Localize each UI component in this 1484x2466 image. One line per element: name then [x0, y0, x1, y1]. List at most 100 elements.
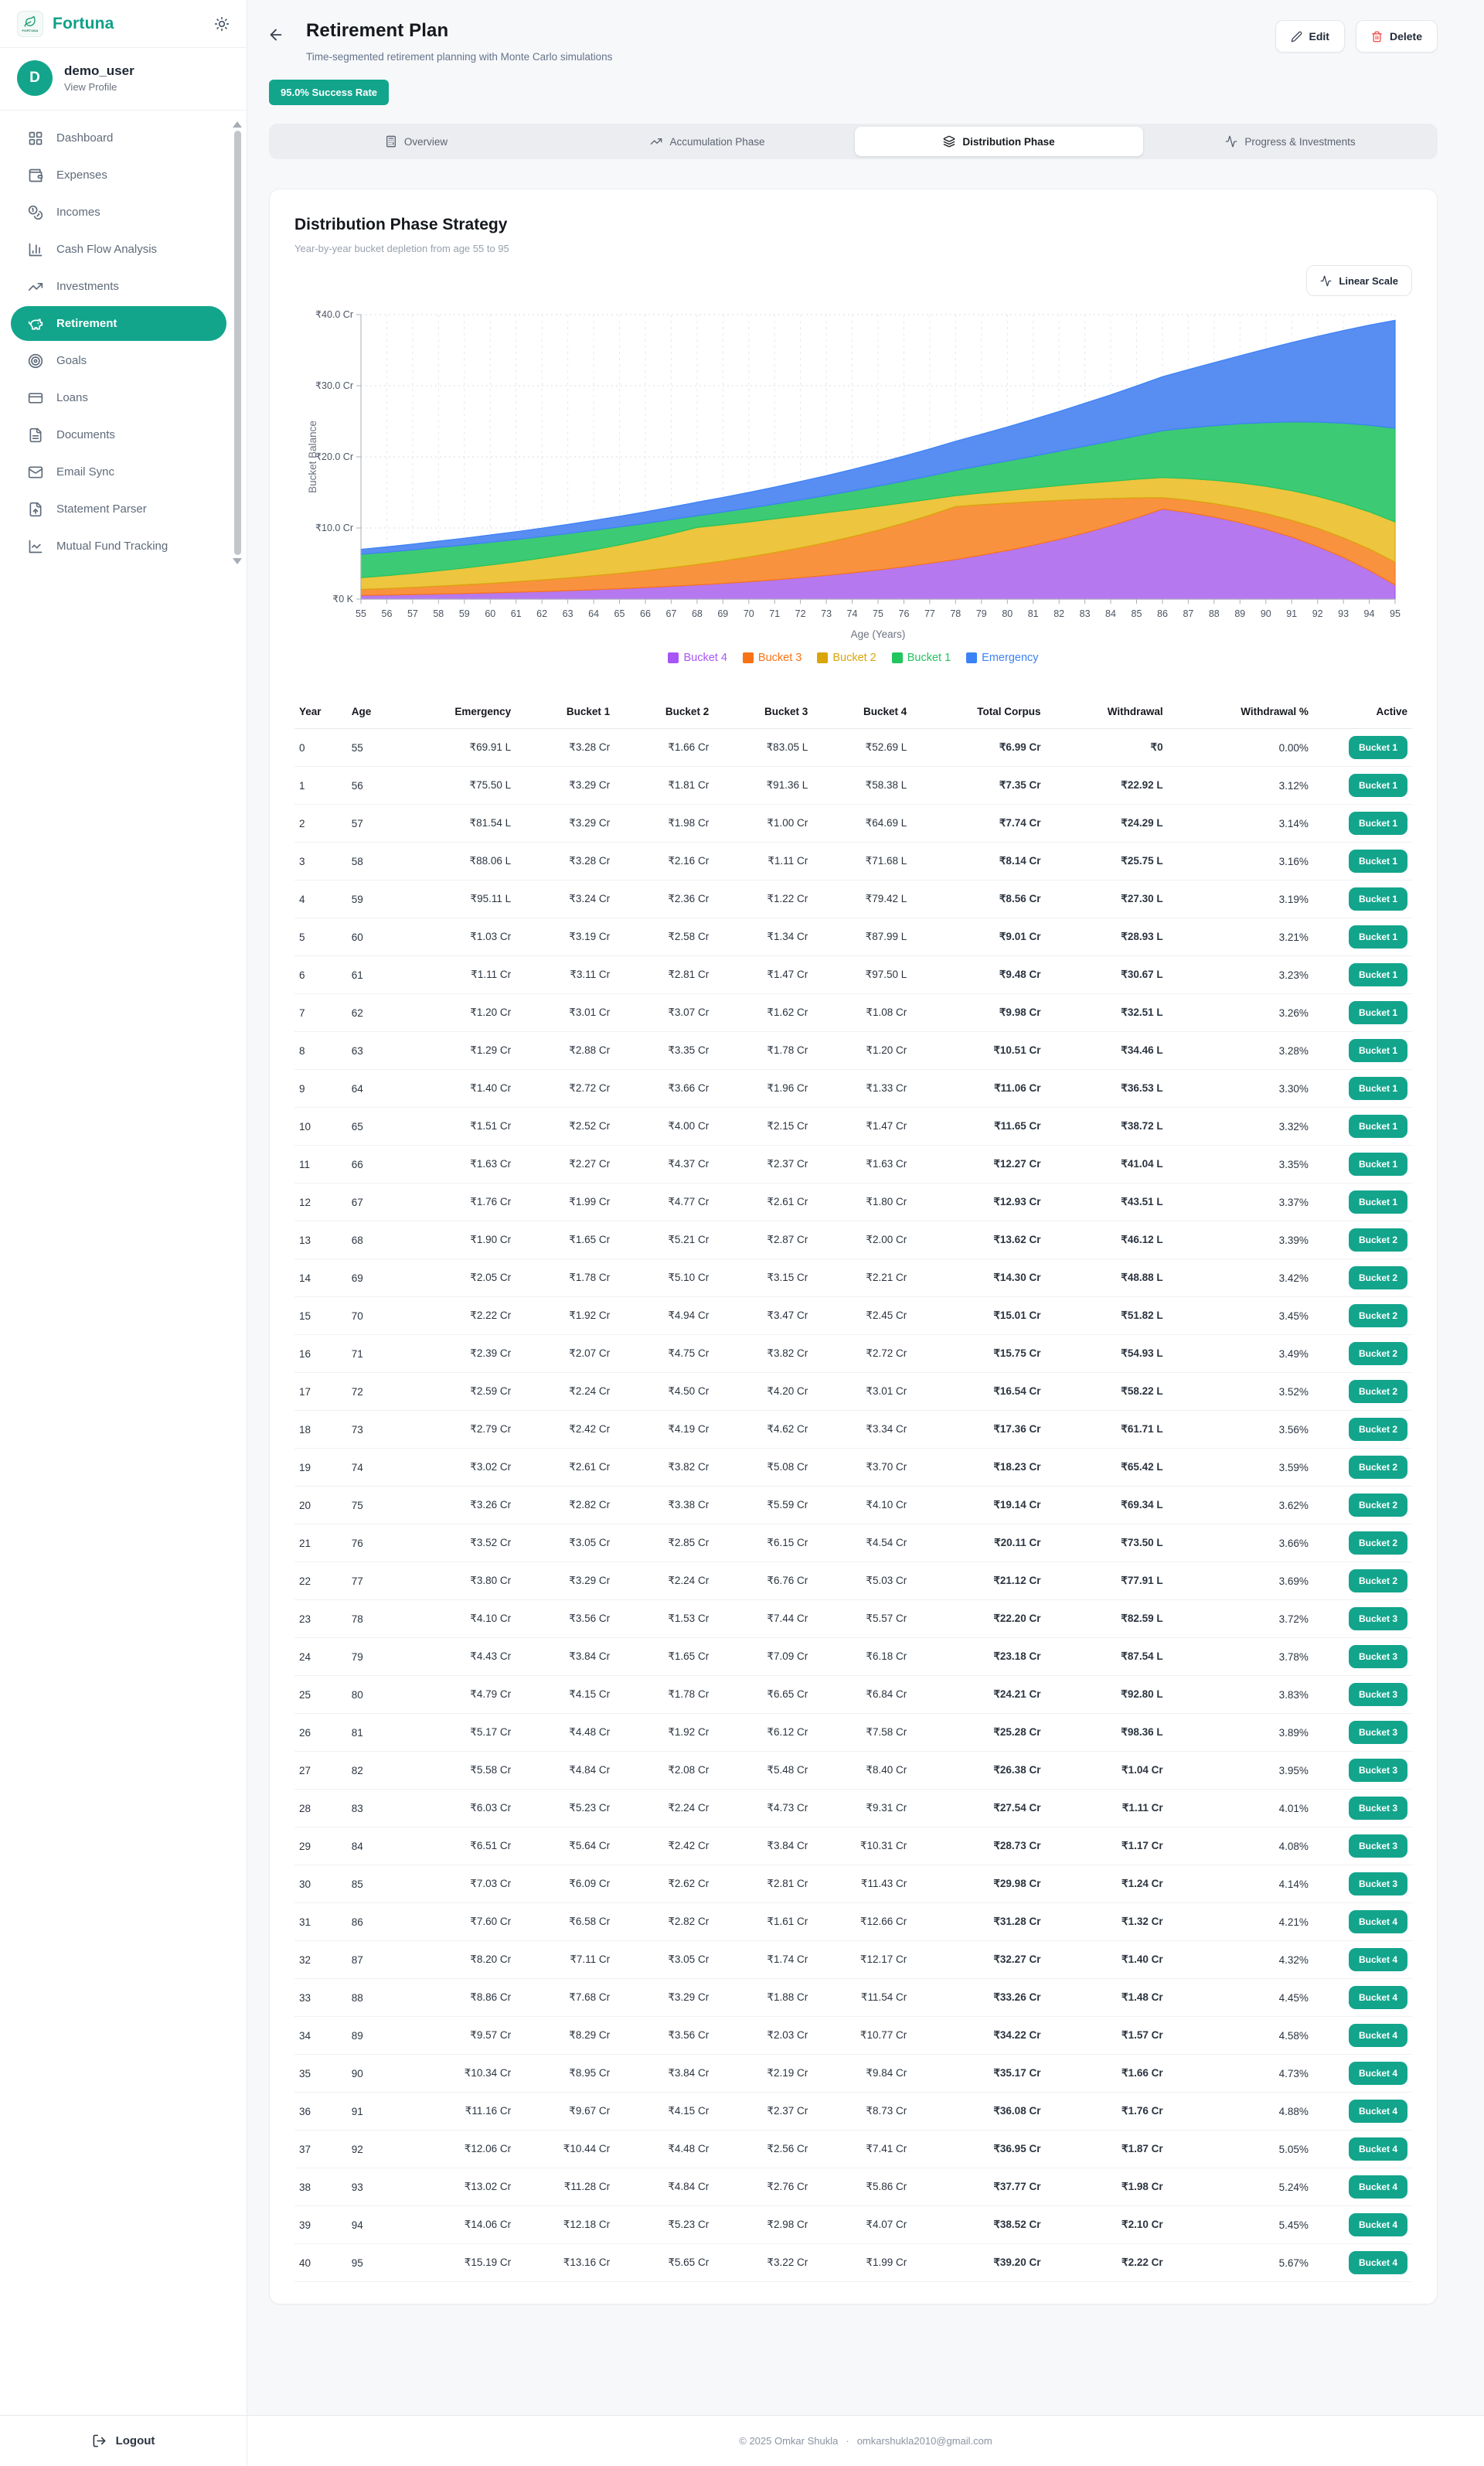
theme-toggle-sun-icon[interactable] — [214, 16, 230, 32]
legend-label: Emergency — [982, 652, 1038, 664]
cell-bucket2: ₹3.29 Cr — [614, 1979, 713, 2017]
cell-active: Bucket 1 — [1313, 880, 1412, 918]
cell-bucket2: ₹1.53 Cr — [614, 1600, 713, 1638]
table-row: 661₹1.11 Cr₹3.11 Cr₹2.81 Cr₹1.47 Cr₹97.5… — [294, 956, 1412, 994]
cell-year: 40 — [294, 2244, 347, 2282]
cell-bucket1: ₹7.68 Cr — [516, 1979, 614, 2017]
sidebar-item-retirement[interactable]: Retirement — [11, 306, 226, 341]
cell-bucket1: ₹10.44 Cr — [516, 2131, 614, 2168]
cell-age: 69 — [347, 1259, 400, 1297]
cell-withdrawal: ₹61.71 L — [1045, 1411, 1167, 1449]
linear-scale-button[interactable]: Linear Scale — [1306, 265, 1412, 296]
cell-withdrawal_pct: 4.08% — [1168, 1827, 1313, 1865]
cell-total_corpus: ₹37.77 Cr — [911, 2168, 1045, 2206]
sidebar-item-statement-parser[interactable]: Statement Parser — [11, 492, 226, 526]
cell-bucket3: ₹1.34 Cr — [713, 918, 812, 956]
cell-withdrawal: ₹24.29 L — [1045, 805, 1167, 843]
sidebar-item-loans[interactable]: Loans — [11, 380, 226, 415]
scrollbar-up-arrow[interactable] — [233, 121, 242, 128]
cell-total_corpus: ₹11.65 Cr — [911, 1108, 1045, 1146]
edit-button[interactable]: Edit — [1275, 20, 1345, 53]
sidebar-item-goals[interactable]: Goals — [11, 343, 226, 378]
cell-active: Bucket 3 — [1313, 1827, 1412, 1865]
cell-emergency: ₹1.90 Cr — [400, 1221, 516, 1259]
sidebar-item-label: Incomes — [56, 206, 100, 219]
cell-bucket4: ₹5.86 Cr — [812, 2168, 911, 2206]
sidebar-item-label: Retirement — [56, 317, 117, 330]
table-row: 2580₹4.79 Cr₹4.15 Cr₹1.78 Cr₹6.65 Cr₹6.8… — [294, 1676, 1412, 1714]
cell-bucket2: ₹5.65 Cr — [614, 2244, 713, 2282]
sidebar-item-email-sync[interactable]: Email Sync — [11, 455, 226, 489]
cell-withdrawal_pct: 3.72% — [1168, 1600, 1313, 1638]
tab-accumulation-phase[interactable]: Accumulation Phase — [563, 127, 852, 156]
svg-text:57: 57 — [407, 608, 418, 619]
table-row: 3287₹8.20 Cr₹7.11 Cr₹3.05 Cr₹1.74 Cr₹12.… — [294, 1941, 1412, 1979]
cell-active: Bucket 3 — [1313, 1865, 1412, 1903]
sidebar-item-expenses[interactable]: Expenses — [11, 158, 226, 192]
cell-active: Bucket 4 — [1313, 2131, 1412, 2168]
cell-age: 72 — [347, 1373, 400, 1411]
cell-bucket2: ₹2.42 Cr — [614, 1827, 713, 1865]
cell-withdrawal_pct: 4.88% — [1168, 2093, 1313, 2131]
scrollbar-thumb[interactable] — [234, 131, 241, 555]
back-arrow-icon[interactable] — [267, 26, 284, 43]
cell-bucket3: ₹6.76 Cr — [713, 1562, 812, 1600]
sidebar-item-cash-flow-analysis[interactable]: Cash Flow Analysis — [11, 232, 226, 267]
cell-bucket4: ₹2.00 Cr — [812, 1221, 911, 1259]
sidebar-item-dashboard[interactable]: Dashboard — [11, 121, 226, 155]
column-header-bucket-2: Bucket 2 — [614, 697, 713, 729]
cell-bucket4: ₹2.21 Cr — [812, 1259, 911, 1297]
cell-bucket2: ₹4.37 Cr — [614, 1146, 713, 1184]
cell-bucket3: ₹5.48 Cr — [713, 1752, 812, 1790]
cell-emergency: ₹3.02 Cr — [400, 1449, 516, 1487]
tab-label: Overview — [404, 136, 448, 148]
table-row: 257₹81.54 L₹3.29 Cr₹1.98 Cr₹1.00 Cr₹64.6… — [294, 805, 1412, 843]
sidebar-scrollbar[interactable] — [233, 121, 242, 564]
sidebar-item-label: Cash Flow Analysis — [56, 243, 157, 256]
logout-button[interactable]: Logout — [0, 2415, 247, 2466]
svg-text:69: 69 — [717, 608, 728, 619]
cell-withdrawal: ₹1.87 Cr — [1045, 2131, 1167, 2168]
cell-emergency: ₹6.51 Cr — [400, 1827, 516, 1865]
cell-total_corpus: ₹26.38 Cr — [911, 1752, 1045, 1790]
sidebar-item-label: Dashboard — [56, 131, 113, 145]
view-profile-link[interactable]: View Profile — [64, 81, 134, 93]
cell-year: 24 — [294, 1638, 347, 1676]
cell-withdrawal_pct: 3.14% — [1168, 805, 1313, 843]
cell-emergency: ₹88.06 L — [400, 843, 516, 880]
cell-age: 73 — [347, 1411, 400, 1449]
cell-emergency: ₹3.52 Cr — [400, 1524, 516, 1562]
cell-total_corpus: ₹13.62 Cr — [911, 1221, 1045, 1259]
cell-bucket2: ₹4.94 Cr — [614, 1297, 713, 1335]
table-row: 1873₹2.79 Cr₹2.42 Cr₹4.19 Cr₹4.62 Cr₹3.3… — [294, 1411, 1412, 1449]
cell-emergency: ₹95.11 L — [400, 880, 516, 918]
cell-age: 62 — [347, 994, 400, 1032]
tab-overview[interactable]: Overview — [272, 127, 560, 156]
cell-withdrawal: ₹28.93 L — [1045, 918, 1167, 956]
cell-year: 4 — [294, 880, 347, 918]
cell-bucket2: ₹3.56 Cr — [614, 2017, 713, 2055]
sidebar-item-documents[interactable]: Documents — [11, 417, 226, 452]
cell-bucket4: ₹9.31 Cr — [812, 1790, 911, 1827]
svg-text:89: 89 — [1234, 608, 1245, 619]
table-row: 863₹1.29 Cr₹2.88 Cr₹3.35 Cr₹1.78 Cr₹1.20… — [294, 1032, 1412, 1070]
cell-emergency: ₹5.17 Cr — [400, 1714, 516, 1752]
sidebar-item-incomes[interactable]: Incomes — [11, 195, 226, 230]
scrollbar-down-arrow[interactable] — [233, 558, 242, 564]
delete-button[interactable]: Delete — [1356, 20, 1438, 53]
cell-active: Bucket 4 — [1313, 1979, 1412, 2017]
user-profile[interactable]: D demo_user View Profile — [0, 48, 247, 111]
tab-bar: Overview Accumulation PhaseDistribution P… — [269, 124, 1438, 159]
cell-bucket1: ₹7.11 Cr — [516, 1941, 614, 1979]
column-header-emergency: Emergency — [400, 697, 516, 729]
cell-withdrawal_pct: 3.28% — [1168, 1032, 1313, 1070]
cell-bucket3: ₹5.08 Cr — [713, 1449, 812, 1487]
cell-active: Bucket 1 — [1313, 994, 1412, 1032]
tab-progress-investments[interactable]: Progress & Investments — [1146, 127, 1435, 156]
tab-distribution-phase[interactable]: Distribution Phase — [855, 127, 1143, 156]
sidebar-item-mutual-fund-tracking[interactable]: Mutual Fund Tracking — [11, 529, 226, 564]
sidebar-item-investments[interactable]: Investments — [11, 269, 226, 304]
active-bucket-badge: Bucket 1 — [1349, 963, 1407, 986]
active-bucket-badge: Bucket 3 — [1349, 1834, 1407, 1858]
cell-bucket3: ₹2.87 Cr — [713, 1221, 812, 1259]
